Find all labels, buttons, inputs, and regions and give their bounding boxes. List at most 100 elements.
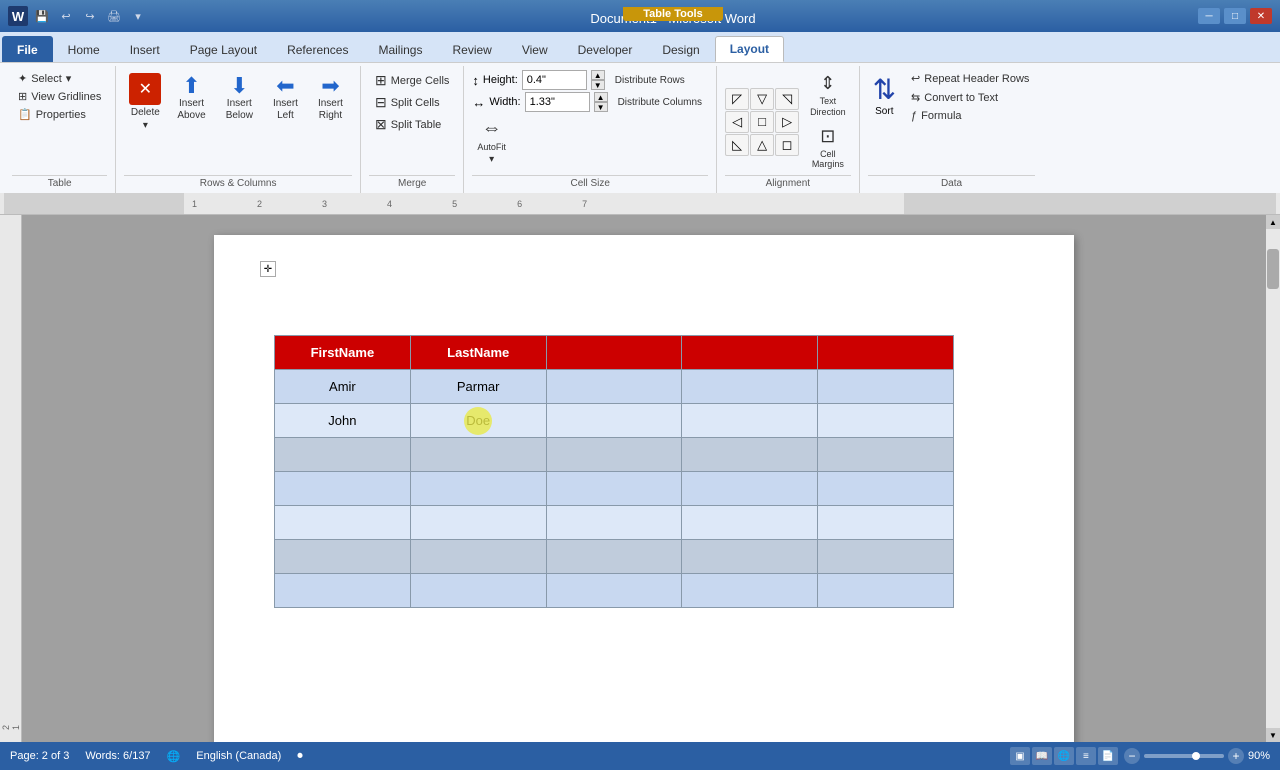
cell-r3c4[interactable]: [682, 438, 818, 472]
cell-r3c1[interactable]: [275, 438, 411, 472]
distribute-cols-btn[interactable]: Distribute Columns: [612, 95, 708, 110]
sort-button[interactable]: ⇅ Sort: [868, 70, 901, 120]
cell-r4c5[interactable]: [818, 472, 954, 506]
cell-r6c2[interactable]: [410, 540, 546, 574]
tab-insert[interactable]: Insert: [115, 36, 175, 62]
tab-layout[interactable]: Layout: [715, 36, 784, 62]
insert-above-button[interactable]: ⬆ InsertAbove: [168, 70, 214, 127]
insert-right-button[interactable]: ➡ InsertRight: [309, 70, 352, 127]
align-bot-right[interactable]: ◻: [775, 134, 799, 156]
width-input[interactable]: [525, 92, 590, 112]
tab-home[interactable]: Home: [53, 36, 115, 62]
cell-r4c3[interactable]: [546, 472, 682, 506]
cell-r5c5[interactable]: [818, 506, 954, 540]
cell-r4c1[interactable]: [275, 472, 411, 506]
cell-r2c5[interactable]: [818, 404, 954, 438]
cell-r6c4[interactable]: [682, 540, 818, 574]
cell-r3c2[interactable]: [410, 438, 546, 472]
tab-page-layout[interactable]: Page Layout: [175, 36, 272, 62]
scroll-down[interactable]: ▼: [1266, 728, 1280, 742]
header-cell-4[interactable]: [682, 336, 818, 370]
cell-r3c3[interactable]: [546, 438, 682, 472]
insert-left-button[interactable]: ⬅ InsertLeft: [264, 70, 307, 127]
cell-r6c3[interactable]: [546, 540, 682, 574]
cell-r6c1[interactable]: [275, 540, 411, 574]
outline-btn[interactable]: ≡: [1076, 747, 1096, 765]
delete-button[interactable]: ✕ Delete ▾: [124, 70, 166, 134]
view-gridlines-button[interactable]: ⊞ View Gridlines: [12, 88, 107, 105]
cell-r7c1[interactable]: [275, 574, 411, 608]
height-down[interactable]: ▼: [591, 80, 605, 90]
insert-below-button[interactable]: ⬇ InsertBelow: [217, 70, 262, 127]
split-cells-button[interactable]: ⊟ Split Cells: [369, 92, 455, 113]
cell-r1c4[interactable]: [682, 370, 818, 404]
cell-r2c3[interactable]: [546, 404, 682, 438]
print-layout-btn[interactable]: ▣: [1010, 747, 1030, 765]
align-mid-left[interactable]: ◁: [725, 111, 749, 133]
align-mid-right[interactable]: ▷: [775, 111, 799, 133]
cell-r2c4[interactable]: [682, 404, 818, 438]
zoom-slider-thumb[interactable]: [1192, 752, 1200, 760]
document-scroll[interactable]: ✛ FirstName LastName Amir Parmar: [22, 215, 1266, 742]
height-input[interactable]: [522, 70, 587, 90]
close-btn[interactable]: ✕: [1250, 8, 1272, 24]
tab-file[interactable]: File: [2, 36, 53, 62]
tab-references[interactable]: References: [272, 36, 363, 62]
web-layout-btn[interactable]: 🌐: [1054, 747, 1074, 765]
cell-r1c3[interactable]: [546, 370, 682, 404]
cell-margins-button[interactable]: ⊡ CellMargins: [805, 123, 851, 174]
cell-r1c5[interactable]: [818, 370, 954, 404]
width-up[interactable]: ▲: [594, 92, 608, 102]
cell-doe[interactable]: Doe: [410, 404, 546, 438]
redo-btn[interactable]: ↪: [80, 6, 100, 26]
cell-r5c2[interactable]: [410, 506, 546, 540]
autofit-button[interactable]: ⇔ AutoFit ▾: [472, 114, 511, 168]
align-bot-left[interactable]: ◺: [725, 134, 749, 156]
scroll-track[interactable]: [1266, 229, 1280, 728]
cell-parmar[interactable]: Parmar: [410, 370, 546, 404]
merge-cells-button[interactable]: ⊞ Merge Cells: [369, 70, 455, 91]
zoom-in-btn[interactable]: +: [1228, 748, 1244, 764]
customize-qa[interactable]: ▾: [128, 6, 148, 26]
header-cell-lastname[interactable]: LastName: [410, 336, 546, 370]
cell-john[interactable]: John: [275, 404, 411, 438]
distribute-rows-btn[interactable]: Distribute Rows: [609, 73, 691, 88]
formula-button[interactable]: ƒ Formula: [905, 108, 1035, 124]
properties-button[interactable]: 📋 Properties: [12, 106, 107, 123]
table-move-handle[interactable]: ✛: [260, 261, 276, 277]
print-btn[interactable]: 🖨: [104, 6, 124, 26]
height-up[interactable]: ▲: [591, 70, 605, 80]
select-button[interactable]: ✦ Select ▾: [12, 70, 107, 87]
convert-text-button[interactable]: ⇆ Convert to Text: [905, 89, 1035, 106]
zoom-out-btn[interactable]: −: [1124, 748, 1140, 764]
width-down[interactable]: ▼: [594, 102, 608, 112]
full-reading-btn[interactable]: 📖: [1032, 747, 1052, 765]
cell-r5c4[interactable]: [682, 506, 818, 540]
tab-design[interactable]: Design: [647, 36, 714, 62]
tab-developer[interactable]: Developer: [563, 36, 648, 62]
align-top-left[interactable]: ◸: [725, 88, 749, 110]
cell-r5c3[interactable]: [546, 506, 682, 540]
scroll-up[interactable]: ▲: [1266, 215, 1280, 229]
repeat-header-button[interactable]: ↩ Repeat Header Rows: [905, 70, 1035, 87]
align-bot-center[interactable]: △: [750, 134, 774, 156]
minimize-btn[interactable]: ─: [1198, 8, 1220, 24]
cell-r6c5[interactable]: [818, 540, 954, 574]
tab-review[interactable]: Review: [437, 36, 506, 62]
text-direction-button[interactable]: ⇕ TextDirection: [805, 70, 851, 121]
cell-r7c4[interactable]: [682, 574, 818, 608]
scroll-thumb[interactable]: [1267, 249, 1279, 289]
align-mid-center[interactable]: □: [750, 111, 774, 133]
split-table-button[interactable]: ⊠ Split Table: [369, 114, 455, 135]
header-cell-firstname[interactable]: FirstName: [275, 336, 411, 370]
header-cell-3[interactable]: [546, 336, 682, 370]
cell-r5c1[interactable]: [275, 506, 411, 540]
tab-mailings[interactable]: Mailings: [363, 36, 437, 62]
cell-r7c3[interactable]: [546, 574, 682, 608]
align-top-center[interactable]: ▽: [750, 88, 774, 110]
save-btn[interactable]: 💾: [32, 6, 52, 26]
zoom-slider[interactable]: [1144, 754, 1224, 758]
undo-btn[interactable]: ↩: [56, 6, 76, 26]
vertical-scrollbar[interactable]: ▲ ▼: [1266, 215, 1280, 742]
cell-r7c2[interactable]: [410, 574, 546, 608]
